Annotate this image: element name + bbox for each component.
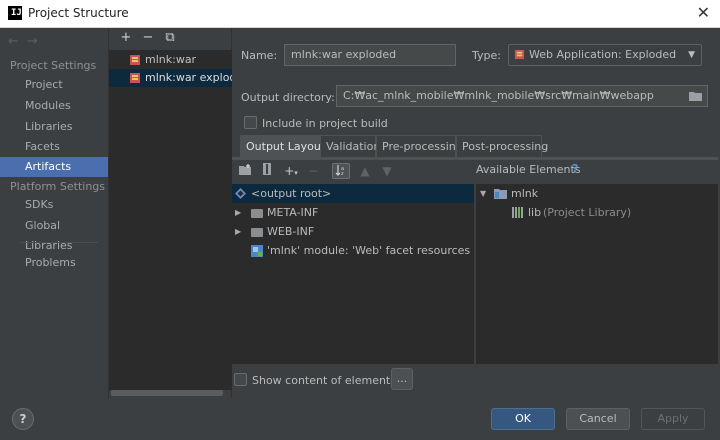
tree-row-label: lib xyxy=(528,206,542,219)
platform-settings-header: Platform Settings xyxy=(10,180,106,193)
output-root-tree: <output root> ▶ META-INF ▶ WEB-INF 'mlnk… xyxy=(232,184,474,364)
settings-sidebar: ←→ Project Settings Project Modules Libr… xyxy=(0,28,108,398)
module-folder-icon xyxy=(494,189,507,199)
sidebar-item-facets[interactable]: Facets xyxy=(0,137,108,157)
output-dir-value: C:₩ac_mlnk_mobile₩mlnk_mobile₩src₩main₩w… xyxy=(343,89,654,102)
output-dir-label: Output directory: xyxy=(241,91,335,104)
dialog-footer: ? OK Cancel Apply xyxy=(0,398,720,440)
tree-row-facet-resources[interactable]: 'mlnk' module: 'Web' facet resources xyxy=(232,241,474,260)
nav-arrows: ←→ xyxy=(8,34,46,49)
artifact-label: mlnk:war xyxy=(145,53,197,66)
tree-row-lib[interactable]: lib (Project Library) xyxy=(476,203,718,222)
move-up-icon[interactable]: ▲ xyxy=(356,163,374,179)
expand-arrow-icon[interactable]: ▶ xyxy=(235,203,245,222)
sidebar-item-global-libraries[interactable]: Global Libraries xyxy=(0,216,108,252)
move-down-icon[interactable]: ▼ xyxy=(378,163,396,179)
folder-browse-icon[interactable] xyxy=(689,91,702,101)
show-content-label: Show content of elements xyxy=(252,374,396,387)
remove-icon[interactable]: − xyxy=(304,163,322,179)
type-label: Type: xyxy=(472,49,501,62)
tree-row-meta-inf[interactable]: ▶ META-INF xyxy=(232,203,474,222)
list-item[interactable]: mlnk:war xyxy=(109,51,232,69)
sort-alphabetically-icon[interactable]: az xyxy=(332,163,350,179)
sidebar-divider xyxy=(20,242,98,243)
forward-arrow-icon[interactable]: → xyxy=(27,34,46,49)
tree-row-label: <output root> xyxy=(251,187,332,200)
tree-row-suffix: (Project Library) xyxy=(543,206,632,219)
available-elements-header: Available Elements xyxy=(476,163,581,176)
available-elements-tree: ▼ mlnk lib (Project Library) xyxy=(476,184,718,364)
artifacts-toolbar: + − ⧉ xyxy=(115,30,181,50)
tree-row-label: 'mlnk' module: 'Web' facet resources xyxy=(267,244,471,257)
output-layout-panel: +▾ − az ▲ ▼ Available Elements ? <output… xyxy=(232,157,718,390)
help-icon[interactable]: ? xyxy=(12,408,34,430)
tab-post-processing[interactable]: Post-processing xyxy=(456,135,548,157)
artifact-label: mlnk:war exploded xyxy=(145,71,232,84)
library-icon xyxy=(512,207,523,218)
war-archive-icon xyxy=(514,49,525,60)
intellij-logo-icon: IJ xyxy=(8,6,22,20)
tab-output-layout[interactable]: Output Layout xyxy=(240,135,325,157)
close-icon[interactable]: ✕ xyxy=(697,3,710,22)
sidebar-item-sdks[interactable]: SDKs xyxy=(0,195,108,215)
project-settings-header: Project Settings xyxy=(10,59,97,72)
type-select[interactable]: Web Application: Exploded ▼ xyxy=(508,44,702,66)
sidebar-item-project[interactable]: Project xyxy=(0,75,108,95)
sidebar-item-modules[interactable]: Modules xyxy=(0,96,108,116)
cancel-button[interactable]: Cancel xyxy=(566,408,630,430)
list-item[interactable]: mlnk:war exploded xyxy=(109,69,232,87)
horizontal-scrollbar[interactable] xyxy=(111,390,223,396)
output-root-icon xyxy=(235,188,246,199)
tab-pre-processing[interactable]: Pre-processing xyxy=(376,135,463,157)
tree-row-label: WEB-INF xyxy=(267,225,315,238)
war-archive-icon xyxy=(130,55,140,65)
copy-artifact-icon[interactable]: ⧉ xyxy=(159,30,181,45)
remove-artifact-icon[interactable]: − xyxy=(137,30,159,45)
folder-icon xyxy=(251,228,263,237)
sidebar-item-libraries[interactable]: Libraries xyxy=(0,117,108,137)
artifact-editor: Name: mlnk:war exploded Type: Web Applic… xyxy=(232,28,720,398)
artifacts-panel: +−⧉ mlnk:war mlnk:war exploded xyxy=(108,28,232,398)
tree-row-label: META-INF xyxy=(267,206,319,219)
collapse-arrow-icon[interactable]: ▼ xyxy=(480,184,490,203)
tree-row-output-root[interactable]: <output root> xyxy=(232,184,474,203)
name-field[interactable]: mlnk:war exploded xyxy=(284,44,456,66)
tree-row-label: mlnk xyxy=(511,187,539,200)
tree-row-web-inf[interactable]: ▶ WEB-INF xyxy=(232,222,474,241)
add-artifact-icon[interactable]: + xyxy=(115,30,137,45)
new-archive-icon[interactable] xyxy=(258,163,276,179)
back-arrow-icon[interactable]: ← xyxy=(8,34,27,49)
tab-validation[interactable]: Validation xyxy=(320,135,380,157)
sidebar-item-artifacts[interactable]: Artifacts xyxy=(0,157,108,177)
new-folder-icon[interactable] xyxy=(236,163,254,179)
expand-arrow-icon[interactable]: ▶ xyxy=(235,222,245,241)
tree-row-mlnk[interactable]: ▼ mlnk xyxy=(476,184,718,203)
window-title: Project Structure xyxy=(28,6,129,20)
include-build-label: Include in project build xyxy=(262,117,388,130)
svg-text:z: z xyxy=(341,171,344,176)
war-archive-icon xyxy=(130,73,140,83)
output-dir-field[interactable]: C:₩ac_mlnk_mobile₩mlnk_mobile₩src₩main₩w… xyxy=(336,85,708,107)
type-select-value: Web Application: Exploded xyxy=(529,48,677,61)
folder-icon xyxy=(251,209,263,218)
artifacts-list: mlnk:war mlnk:war exploded xyxy=(109,50,232,390)
chevron-down-icon: ▼ xyxy=(688,50,695,60)
ok-button[interactable]: OK xyxy=(491,408,555,430)
apply-button[interactable]: Apply xyxy=(641,408,705,430)
show-content-checkbox[interactable] xyxy=(234,373,247,386)
help-question-icon[interactable]: ? xyxy=(572,162,578,175)
add-copy-icon[interactable]: +▾ xyxy=(282,163,300,179)
show-content-options-button[interactable]: ... xyxy=(391,368,413,390)
title-bar: IJ Project Structure ✕ xyxy=(0,0,720,28)
sidebar-item-problems[interactable]: Problems xyxy=(0,253,108,273)
web-facet-icon xyxy=(251,245,263,257)
layout-toolbar: +▾ − az ▲ ▼ Available Elements ? xyxy=(232,160,718,182)
include-build-checkbox[interactable] xyxy=(244,116,257,129)
name-label: Name: xyxy=(241,49,278,62)
